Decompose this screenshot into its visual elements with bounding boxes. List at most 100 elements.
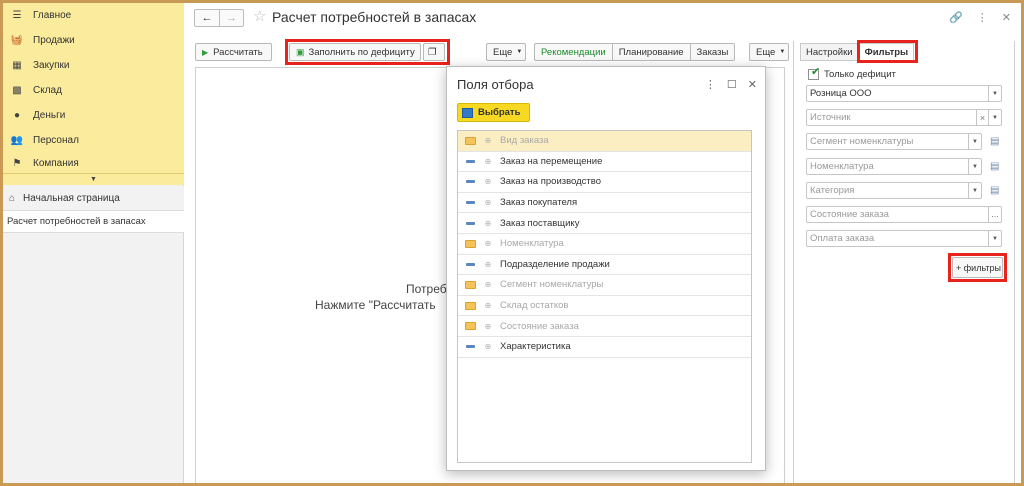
more-label: Еще — [493, 46, 513, 58]
list-item[interactable]: ⊕ Вид заказа — [458, 131, 751, 152]
list-item[interactable]: ⊕ Номенклатура — [458, 234, 751, 255]
view-tabs: Рекомендации Планирование Заказы — [534, 43, 736, 61]
chevron-down-icon[interactable]: ▼ — [968, 183, 981, 198]
expand-icon[interactable]: ⊕ — [481, 322, 495, 331]
more-button-2[interactable]: Еще ▼ — [749, 43, 789, 61]
section-warehouse[interactable]: ▩ Склад — [3, 78, 184, 102]
order-state-field[interactable]: Состояние заказа … — [806, 206, 1002, 223]
section-main[interactable]: ☰ Главное — [3, 3, 184, 27]
sidebar: ☰ Главное 🧺 Продажи ▦ Закупки ▩ Склад ● … — [3, 3, 184, 483]
chevron-down-icon[interactable]: ▼ — [968, 134, 981, 149]
clear-icon[interactable]: × — [976, 110, 988, 125]
dialog-title: Поля отбора — [457, 77, 534, 92]
expand-icon[interactable]: ⊕ — [481, 198, 495, 207]
calculate-button[interactable]: ▶ Рассчитать — [195, 43, 272, 61]
checkbox-box[interactable]: ✔ — [808, 67, 820, 80]
list-item[interactable]: ⊕ Склад остатков — [458, 296, 751, 317]
list-select-icon[interactable]: ▤ — [990, 185, 1002, 197]
segment-field[interactable]: Сегмент номенклатуры ▼ — [806, 133, 982, 150]
expand-icon[interactable]: ⊕ — [481, 219, 495, 228]
more-vert-icon[interactable]: ⋮ — [977, 11, 988, 24]
section-label: Персонал — [33, 134, 79, 146]
section-purchases[interactable]: ▦ Закупки — [3, 53, 184, 77]
calculate-label: Рассчитать — [213, 46, 263, 58]
section-label: Склад — [33, 84, 62, 96]
source-field[interactable]: Источник × ▼ — [806, 109, 1002, 126]
folder-icon — [463, 136, 477, 145]
section-personnel[interactable]: 👥 Персонал — [3, 128, 184, 152]
copy-button[interactable]: ❐ — [423, 43, 445, 61]
field-icon — [463, 201, 477, 205]
order-payment-field[interactable]: Оплата заказа ▼ — [806, 230, 1002, 247]
field-label: Характеристика — [500, 341, 571, 353]
filter-fields-dialog: Поля отбора ⋮ ☐ ✕ Выбрать ⊕ Вид заказа ⊕ З… — [446, 66, 766, 471]
select-icon — [462, 107, 473, 118]
list-item[interactable]: ⊕ Заказ покупателя — [458, 193, 751, 214]
shopping-basket-icon: 🧺 — [10, 34, 24, 46]
open-window-item[interactable]: Расчет потребностей в запасах — [3, 210, 184, 233]
chevron-down-icon[interactable]: ▼ — [968, 159, 981, 174]
field-label: Состояние заказа — [500, 320, 579, 332]
list-select-icon[interactable]: ▤ — [990, 161, 1002, 173]
list-item[interactable]: ⊕ Заказ на производство — [458, 172, 751, 193]
field-icon — [463, 221, 477, 225]
field-label: Номенклатура — [500, 238, 564, 250]
section-money[interactable]: ● Деньги — [3, 103, 184, 127]
close-icon[interactable]: ✕ — [1002, 11, 1011, 24]
tab-recommendations[interactable]: Рекомендации — [535, 44, 613, 60]
organization-select[interactable]: Розница ООО ▼ — [806, 85, 1002, 102]
expand-icon[interactable]: ⊕ — [481, 301, 495, 310]
chevron-down-icon[interactable]: ▼ — [988, 231, 1001, 246]
expand-icon[interactable]: ⊕ — [481, 280, 495, 289]
tab-settings[interactable]: Настройки — [800, 43, 859, 61]
home-page-link[interactable]: ⌂ Начальная страница — [3, 186, 184, 210]
section-label: Закупки — [33, 59, 70, 71]
section-label: Продажи — [33, 34, 75, 46]
favorite-star-icon[interactable]: ☆ — [253, 7, 266, 25]
section-sales[interactable]: 🧺 Продажи — [3, 28, 184, 52]
purchases-icon: ▦ — [12, 59, 22, 71]
ellipsis-icon[interactable]: … — [988, 207, 1001, 222]
fill-deficit-button[interactable]: ▣ Заполнить по дефициту — [289, 43, 421, 61]
close-icon[interactable]: ✕ — [748, 78, 757, 91]
field-icon — [463, 262, 477, 266]
dropdown-arrow-icon: ▼ — [779, 49, 786, 55]
section-company[interactable]: ⚑ Компания — [3, 153, 184, 173]
expand-icon[interactable]: ⊕ — [481, 136, 495, 145]
field-label: Вид заказа — [500, 135, 549, 147]
list-item[interactable]: ⊕ Заказ на перемещение — [458, 152, 751, 173]
more-button[interactable]: Еще ▼ — [486, 43, 526, 61]
back-button[interactable]: ← — [195, 10, 219, 26]
chevron-down-icon[interactable]: ▼ — [988, 86, 1001, 101]
flag-icon: ⚑ — [12, 157, 22, 169]
navigation-buttons: ← → — [194, 9, 244, 27]
list-item[interactable]: ⊕ Характеристика — [458, 337, 751, 358]
list-item[interactable]: ⊕ Сегмент номенклатуры — [458, 275, 751, 296]
chevron-down-icon[interactable]: ▼ — [988, 110, 1001, 125]
empty-message-line1: Потреб — [406, 282, 447, 296]
nomenclature-field[interactable]: Номенклатура ▼ — [806, 158, 982, 175]
list-item[interactable]: ⊕ Состояние заказа — [458, 316, 751, 337]
forward-button[interactable]: → — [218, 10, 243, 26]
copy-icon: ❐ — [428, 46, 437, 58]
list-item[interactable]: ⊕ Заказ поставщику — [458, 213, 751, 234]
tab-orders[interactable]: Заказы — [691, 44, 735, 60]
page-title: Расчет потребностей в запасах — [272, 9, 477, 25]
more-vert-icon[interactable]: ⋮ — [705, 78, 716, 91]
expand-icon[interactable]: ⊕ — [481, 177, 495, 186]
category-field[interactable]: Категория ▼ — [806, 182, 982, 199]
pick-button[interactable]: Выбрать — [457, 103, 530, 122]
expand-icon[interactable]: ⊕ — [481, 239, 495, 248]
link-icon[interactable]: 🔗 — [949, 11, 963, 24]
collapse-sections-button[interactable]: ▼ — [3, 173, 184, 185]
list-item[interactable]: ⊕ Подразделение продажи — [458, 255, 751, 276]
only-deficit-checkbox[interactable]: ✔ Только дефицит — [808, 67, 896, 80]
expand-icon[interactable]: ⊕ — [481, 157, 495, 166]
maximize-icon[interactable]: ☐ — [727, 78, 737, 91]
expand-icon[interactable]: ⊕ — [481, 342, 495, 351]
tab-planning[interactable]: Планирование — [613, 44, 691, 60]
add-filters-button[interactable]: + фильтры — [952, 257, 1003, 278]
section-label: Главное — [33, 9, 72, 21]
list-select-icon[interactable]: ▤ — [990, 136, 1002, 148]
expand-icon[interactable]: ⊕ — [481, 260, 495, 269]
